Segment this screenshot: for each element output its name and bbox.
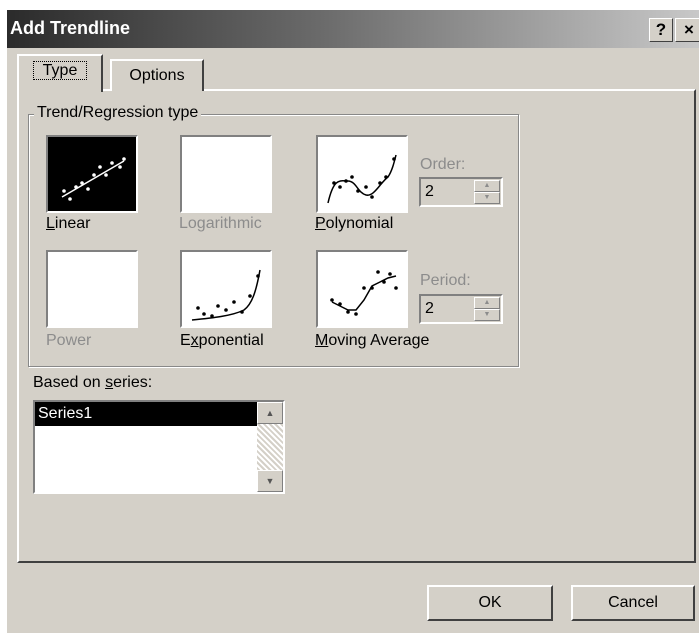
order-value: 2 — [425, 183, 434, 200]
scroll-up-arrow-icon[interactable]: ▲ — [257, 402, 283, 424]
help-button[interactable]: ? — [649, 18, 673, 42]
power-label: Power — [46, 332, 92, 349]
close-button[interactable]: × — [675, 18, 699, 42]
order-up-arrow-icon[interactable]: ▲ — [474, 180, 500, 192]
tab-type[interactable]: Type — [17, 54, 103, 92]
linear-label: Linear — [46, 215, 91, 232]
exponential-option[interactable] — [180, 250, 272, 328]
order-spinner[interactable]: 2 ▲ ▼ — [419, 177, 503, 207]
period-label: Period: — [420, 272, 471, 289]
period-value: 2 — [425, 300, 434, 317]
logarithmic-label: Logarithmic — [179, 215, 262, 232]
linear-chart-icon — [61, 157, 126, 201]
ok-button[interactable]: OK — [427, 585, 553, 621]
title-bar[interactable]: Add Trendline ? × — [7, 10, 699, 48]
polynomial-label: Polynomial — [315, 215, 394, 232]
moving-average-option[interactable] — [316, 250, 408, 328]
polynomial-chart-icon — [327, 154, 397, 204]
moving-average-chart-icon — [330, 270, 398, 316]
period-spinner[interactable]: 2 ▲ ▼ — [419, 294, 503, 324]
tab-options[interactable]: Options — [110, 59, 204, 91]
tab-type-label: Type — [32, 61, 88, 80]
scroll-down-arrow-icon[interactable]: ▼ — [257, 470, 283, 492]
period-down-arrow-icon[interactable]: ▼ — [474, 309, 500, 321]
exponential-label: Exponential — [180, 332, 264, 349]
order-label: Order: — [420, 156, 466, 173]
cancel-button[interactable]: Cancel — [571, 585, 695, 621]
list-item-series1[interactable]: Series1 — [35, 402, 258, 426]
series-listbox[interactable]: Series1 ▲ ▼ — [33, 400, 285, 494]
order-down-arrow-icon[interactable]: ▼ — [474, 192, 500, 204]
based-on-series-label: Based on series: — [33, 374, 153, 391]
series-scrollbar[interactable]: ▲ ▼ — [257, 402, 283, 492]
polynomial-option[interactable] — [316, 135, 408, 213]
power-option[interactable] — [46, 250, 138, 328]
linear-option[interactable] — [46, 135, 138, 213]
period-up-arrow-icon[interactable]: ▲ — [474, 297, 500, 309]
dialog-title: Add Trendline — [10, 18, 131, 38]
logarithmic-option[interactable] — [180, 135, 272, 213]
moving-average-label: Moving Average — [315, 332, 430, 349]
trend-type-group-label: Trend/Regression type — [34, 104, 202, 122]
exponential-chart-icon — [191, 269, 261, 321]
